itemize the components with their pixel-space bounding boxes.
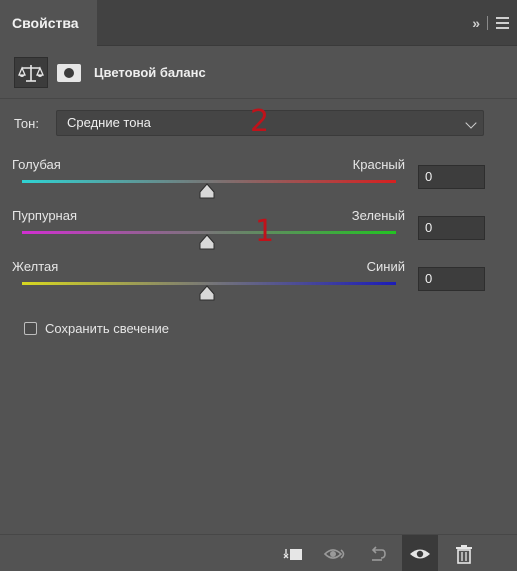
slider-red-label: Красный	[352, 157, 405, 172]
chevron-down-icon	[465, 117, 477, 129]
adjustment-title: Цветовой баланс	[94, 65, 206, 80]
slider-magenta-label: Пурпурная	[12, 208, 77, 223]
preserve-luminosity-row[interactable]: Сохранить свечение	[24, 321, 169, 336]
layer-mask-icon[interactable]	[54, 57, 84, 88]
divider	[487, 16, 488, 30]
slider-yellow-label: Желтая	[12, 259, 59, 274]
panel-menu-icon[interactable]	[496, 17, 509, 29]
slider-green-label: Зеленый	[351, 208, 405, 223]
bottom-toolbar	[0, 534, 517, 571]
preserve-luminosity-checkbox[interactable]	[24, 322, 37, 335]
panel-tabbar: Свойства »	[0, 0, 517, 46]
annotation-marker-1: 1	[255, 214, 275, 249]
preserve-luminosity-label: Сохранить свечение	[45, 321, 169, 336]
panel-controls: »	[472, 0, 517, 46]
adjustment-header: Цветовой баланс	[0, 47, 517, 99]
tone-label: Тон:	[14, 116, 39, 131]
tone-dropdown[interactable]: Средние тона	[56, 110, 484, 136]
balance-scale-icon[interactable]	[14, 57, 48, 88]
tab-properties-label: Свойства	[12, 15, 79, 31]
collapse-panel-icon[interactable]: »	[472, 15, 480, 31]
slider-blue-label: Синий	[366, 259, 405, 274]
tone-selected-value: Средние тона	[67, 115, 151, 130]
slider-cyan-label: Голубая	[12, 157, 61, 172]
slider-yellow-blue-value[interactable]: 0	[418, 267, 485, 291]
slider-cyan-red-value[interactable]: 0	[418, 165, 485, 189]
trash-icon[interactable]	[446, 535, 482, 571]
slider-magenta-green-value[interactable]: 0	[418, 216, 485, 240]
view-previous-state-icon[interactable]	[318, 535, 354, 571]
annotation-marker-2: 2	[250, 104, 270, 139]
tab-properties[interactable]: Свойства	[0, 0, 97, 46]
visibility-eye-icon[interactable]	[402, 535, 438, 571]
clip-to-layer-icon[interactable]	[275, 535, 311, 571]
reset-icon[interactable]	[360, 535, 396, 571]
